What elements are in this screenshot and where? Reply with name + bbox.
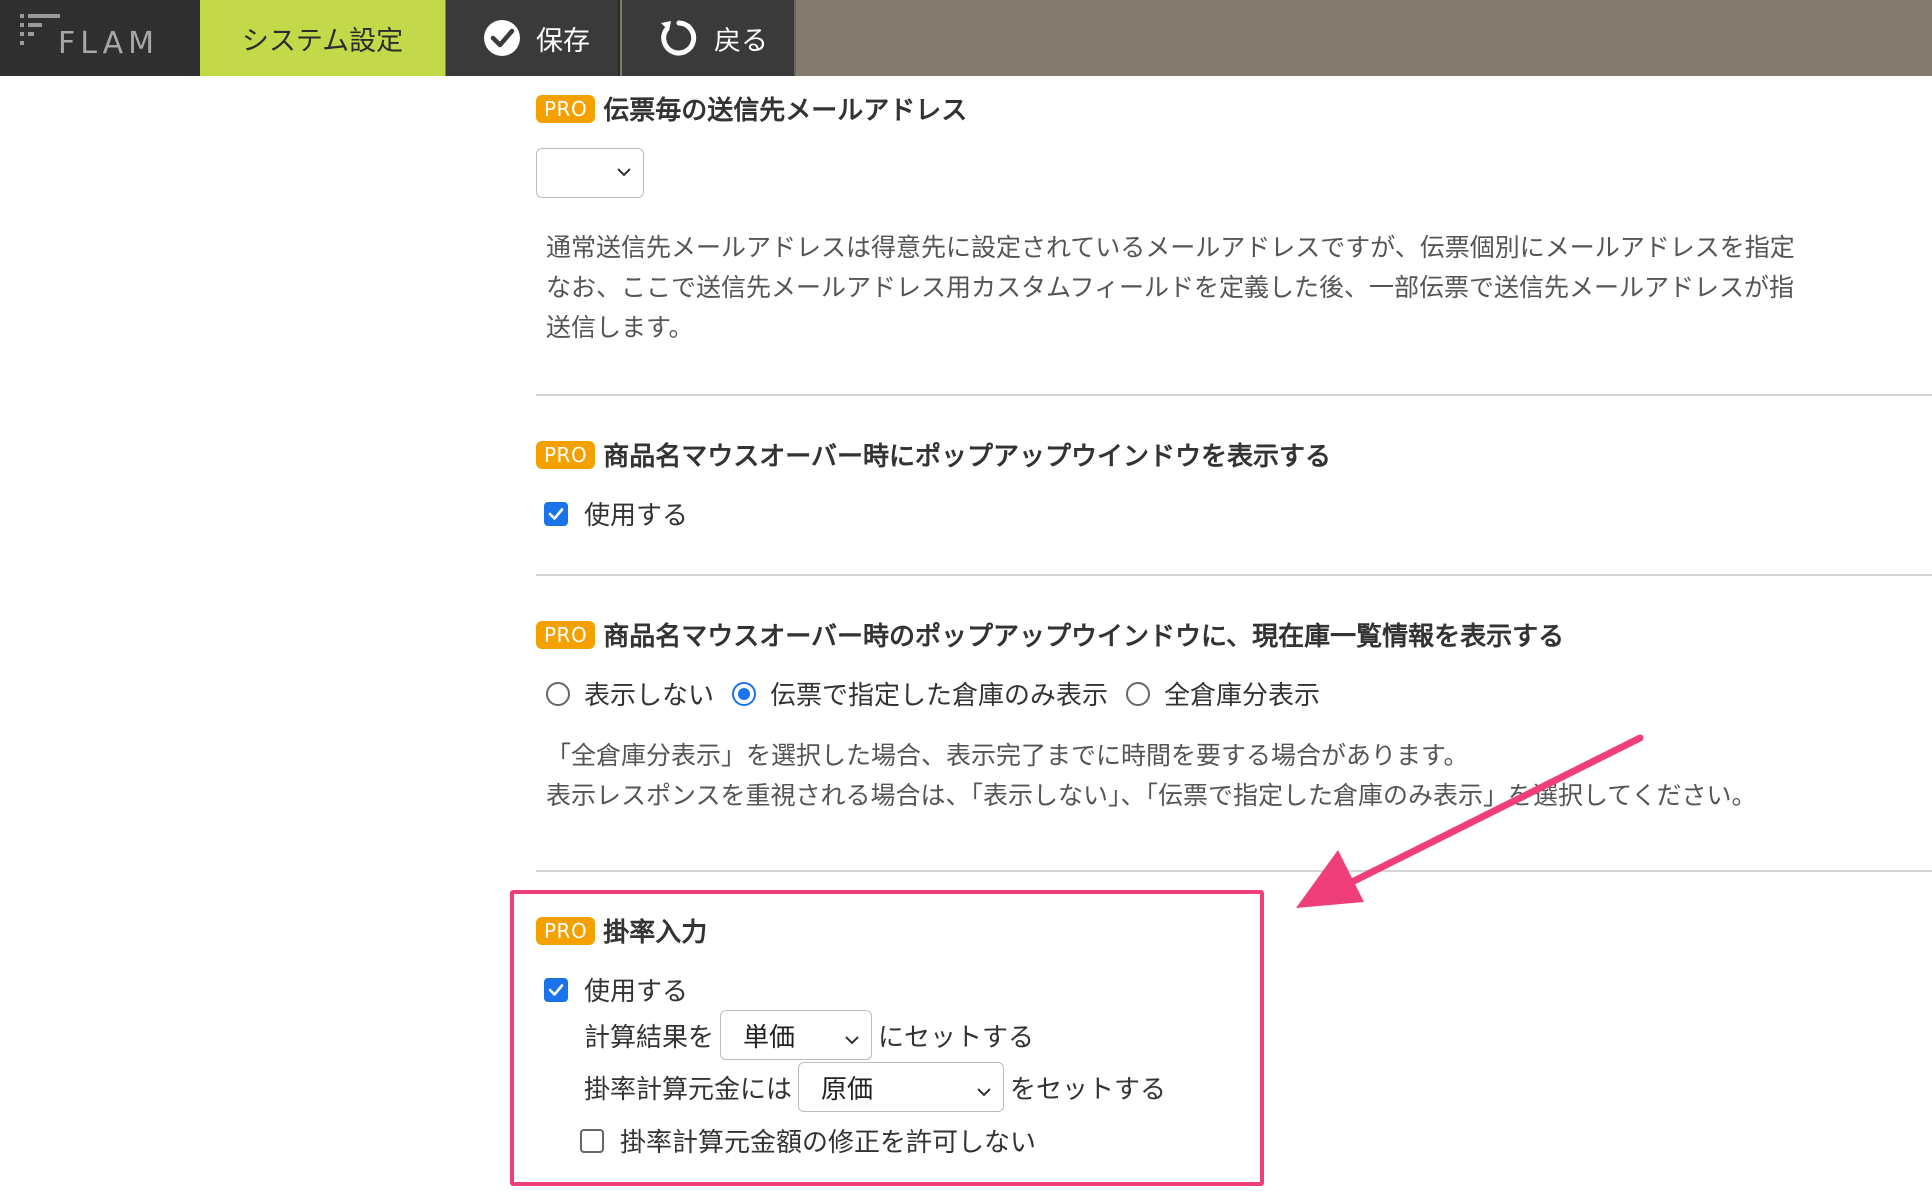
- annotation-arrow-icon: [1296, 734, 1644, 908]
